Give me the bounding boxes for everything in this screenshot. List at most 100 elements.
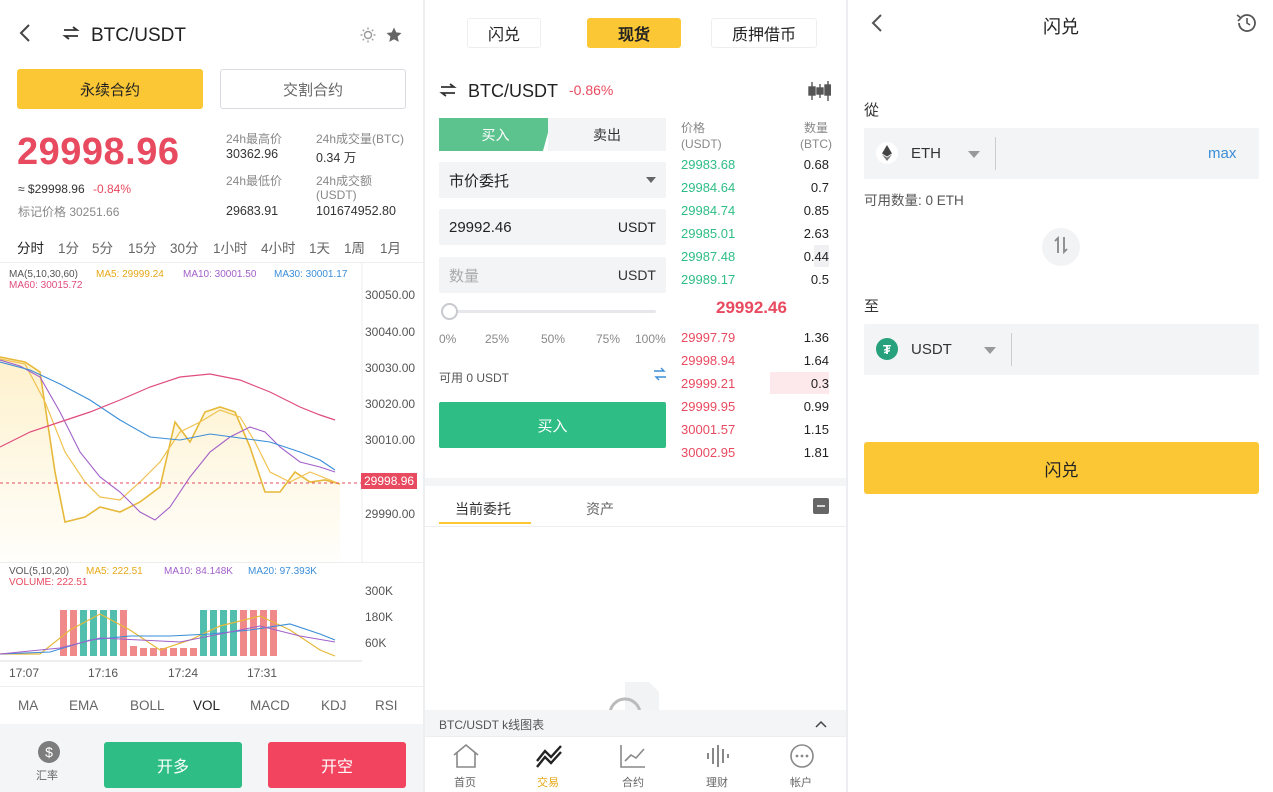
buy-tab[interactable]: 买入 [439, 118, 552, 151]
flash-swap-submit-button[interactable]: 闪兑 [864, 442, 1259, 494]
swap-pair-icon[interactable] [62, 25, 80, 46]
account-icon[interactable] [788, 743, 816, 774]
ask-row[interactable]: 29998.94 1.64 [681, 349, 829, 371]
indicator-ema[interactable]: EMA [69, 698, 98, 713]
bid-row[interactable]: 29984.64 0.7 [681, 176, 829, 198]
tab-spot[interactable]: 现货 [587, 18, 681, 48]
transfer-icon[interactable] [653, 367, 667, 386]
to-field[interactable]: ₮ USDT [864, 324, 1259, 375]
nav-contract[interactable]: 合约 [622, 774, 644, 790]
indicator-vol[interactable]: VOL [193, 698, 220, 713]
dollar-icon[interactable]: $ [38, 741, 60, 763]
indicator-kdj[interactable]: KDJ [321, 698, 347, 713]
amount-slider-handle[interactable] [441, 303, 458, 320]
to-coin[interactable]: USDT [911, 341, 952, 358]
open-long-button[interactable]: 开多 [104, 742, 242, 788]
indicator-macd[interactable]: MACD [250, 698, 290, 713]
order-type-value: 市价委托 [449, 172, 510, 190]
amount-slider-track[interactable] [443, 310, 656, 313]
percent-label[interactable]: 0% [439, 332, 456, 346]
indicator-ma[interactable]: MA [18, 698, 38, 713]
open-short-button[interactable]: 开空 [268, 742, 406, 788]
trade-icon[interactable] [535, 743, 563, 774]
price-axis-label: 30020.00 [365, 397, 416, 411]
bid-row[interactable]: 29983.68 0.68 [681, 153, 829, 175]
tab-assets[interactable]: 资产 [586, 499, 614, 519]
theme-icon[interactable] [360, 27, 376, 48]
candlestick-icon[interactable] [807, 80, 832, 107]
swap-vertical-icon [1053, 235, 1069, 260]
stat-low-value: 29683.91 [226, 204, 279, 218]
from-field[interactable]: ETH max [864, 128, 1259, 179]
timeframe-tab[interactable]: 1周 [344, 237, 365, 257]
timeframe-tab[interactable]: 1月 [380, 237, 401, 257]
vol-ma5-legend: MA5: 222.51 [86, 566, 143, 577]
back-icon[interactable] [18, 22, 32, 50]
tab-flash-swap[interactable]: 闪兑 [467, 18, 541, 48]
tab-pledge-loan[interactable]: 质押借币 [711, 18, 817, 48]
ask-row[interactable]: 29997.79 1.36 [681, 326, 829, 348]
timeframe-tab[interactable]: 1小时 [213, 237, 248, 257]
order-type-select[interactable]: 市价委托 [439, 162, 666, 198]
caret-down-icon[interactable] [984, 347, 996, 354]
page-title: 闪兑 [1043, 17, 1079, 37]
home-icon[interactable] [452, 743, 480, 774]
from-coin[interactable]: ETH [911, 145, 941, 162]
timeframe-tab[interactable]: 4小时 [261, 237, 296, 257]
orderbook-qty-unit: (BTC) [800, 137, 832, 151]
pair-title[interactable]: BTC/USDT [91, 25, 186, 47]
bid-row[interactable]: 29985.01 2.63 [681, 222, 829, 244]
timeframe-tab[interactable]: 5分 [92, 237, 113, 257]
tab-current-orders[interactable]: 当前委托 [455, 499, 511, 519]
indicator-rsi[interactable]: RSI [375, 698, 398, 713]
ask-qty: 1.64 [803, 352, 829, 368]
percent-label[interactable]: 50% [541, 332, 565, 346]
ask-qty: 1.36 [803, 329, 829, 345]
nav-account[interactable]: 帐户 [790, 774, 812, 790]
swap-pair-icon[interactable] [439, 82, 457, 103]
percent-label[interactable]: 75% [596, 332, 620, 346]
ask-row[interactable]: 29999.21 0.3 [681, 372, 829, 394]
nav-home[interactable]: 首页 [454, 774, 476, 790]
percent-label[interactable]: 100% [635, 332, 666, 346]
tab-perpetual[interactable]: 永续合约 [17, 69, 203, 109]
ask-row[interactable]: 30002.95 1.81 [681, 441, 829, 463]
chevron-up-icon[interactable] [815, 716, 827, 734]
bid-row[interactable]: 29989.17 0.5 [681, 268, 829, 290]
swap-direction-button[interactable] [1042, 228, 1080, 266]
timeframe-tab[interactable]: 1天 [309, 237, 330, 257]
rate-label[interactable]: 汇率 [36, 767, 58, 783]
pair-title[interactable]: BTC/USDT [468, 81, 558, 102]
favorite-star-icon[interactable] [385, 26, 403, 49]
history-icon[interactable] [1235, 12, 1259, 39]
back-icon[interactable] [870, 12, 884, 39]
order-list-icon[interactable] [813, 498, 829, 519]
timeframe-tab[interactable]: 1分 [58, 237, 79, 257]
ask-row[interactable]: 30001.57 1.15 [681, 418, 829, 440]
buy-button[interactable]: 买入 [439, 402, 666, 448]
timeframe-tab[interactable]: 30分 [170, 237, 199, 257]
caret-down-icon[interactable] [968, 151, 980, 158]
indicator-boll[interactable]: BOLL [130, 698, 165, 713]
timeframe-tab[interactable]: 15分 [128, 237, 157, 257]
ask-price: 29999.21 [681, 375, 736, 391]
bottom-nav: 首页 交易 合约 理财 帐户 [425, 736, 846, 792]
bid-price: 29989.17 [681, 271, 736, 287]
price-chart[interactable] [0, 262, 423, 562]
quantity-input[interactable]: 数量 USDT [439, 257, 666, 293]
percent-label[interactable]: 25% [485, 332, 509, 346]
nav-trade[interactable]: 交易 [537, 774, 559, 790]
bid-row[interactable]: 29984.74 0.85 [681, 199, 829, 221]
nav-finance[interactable]: 理财 [706, 774, 728, 790]
timeframe-tab[interactable]: 分时 [17, 237, 44, 257]
finance-icon[interactable] [704, 743, 732, 774]
ask-row[interactable]: 29999.95 0.99 [681, 395, 829, 417]
price-input[interactable]: 29992.46 USDT [439, 209, 666, 245]
tab-delivery[interactable]: 交割合约 [220, 69, 406, 109]
sell-tab[interactable]: 卖出 [548, 118, 666, 151]
usdt-icon: ₮ [876, 338, 898, 360]
price-axis-label: 30030.00 [365, 361, 416, 375]
max-button[interactable]: max [1208, 145, 1236, 162]
bid-row[interactable]: 29987.48 0.44 [681, 245, 829, 267]
contract-icon[interactable] [619, 743, 647, 774]
